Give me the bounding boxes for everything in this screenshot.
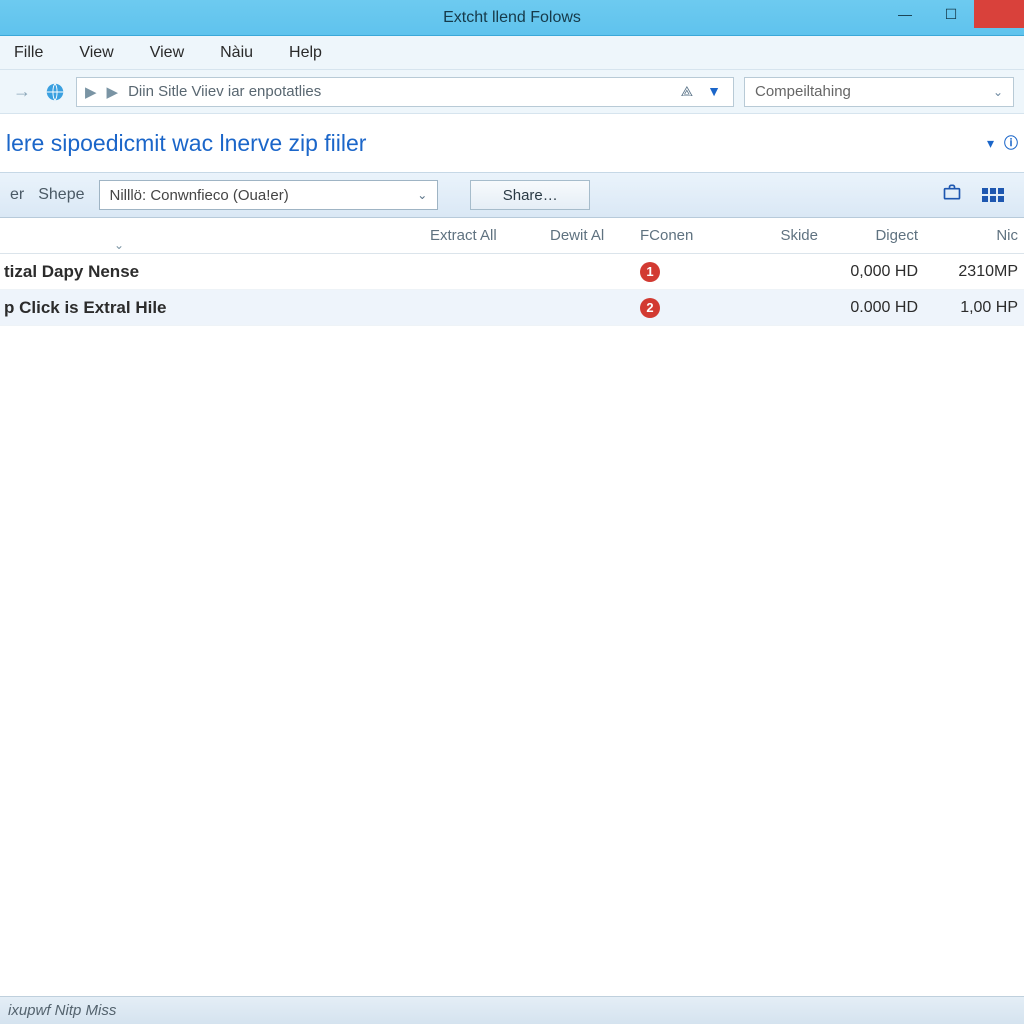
chevron-down-icon: ⌄: [417, 188, 427, 202]
menu-file[interactable]: Fille: [8, 40, 49, 66]
heading-row: lere sipoedicmit wac lnerve zip fiiler ▾…: [0, 114, 1024, 172]
toolbar-label-1: er: [10, 186, 24, 204]
status-bar: ixupwf Nitp Miss: [0, 996, 1024, 1024]
window-title: Extcht llend Folows: [443, 9, 581, 27]
badge-icon: 2: [640, 298, 660, 318]
breadcrumb-sep-icon: ▶: [85, 83, 97, 101]
toolbar-combo[interactable]: Nilllö: Conwnfieco (Oua!er) ⌄: [99, 180, 439, 210]
close-button[interactable]: [974, 0, 1024, 28]
sort-chevron-icon: ⌄: [114, 238, 124, 252]
menu-view-2[interactable]: View: [144, 40, 190, 66]
menu-help[interactable]: Help: [283, 40, 328, 66]
row-name: tizal Dapy Nense: [0, 262, 430, 282]
status-text: ixupwf Nitp Miss: [8, 1002, 116, 1019]
row-nic: 2310MP: [930, 263, 1024, 281]
heading-dropdown-icon[interactable]: ▾: [987, 135, 994, 152]
table-row[interactable]: tizal Dapy Nense 1 0,000 HD 2310MP: [0, 254, 1024, 290]
badge-icon: 1: [640, 262, 660, 282]
menu-naiu[interactable]: Nàiu: [214, 40, 259, 66]
column-header-row: ⌄ Extract All Dewit Al FConen Skide Dige…: [0, 218, 1024, 254]
col-digect[interactable]: Digect: [830, 227, 930, 244]
dropdown-icon[interactable]: ▼: [707, 83, 721, 100]
toolbar-label-2: Shepe: [38, 186, 84, 204]
navbar: → ▶ ▶ Diin Sitle Viiev iar enpotatlies ⟁…: [0, 70, 1024, 114]
breadcrumb-text: Diin Sitle Viiev iar enpotatlies: [128, 83, 671, 100]
warning-icon[interactable]: ⟁: [681, 83, 694, 100]
refresh-globe-icon[interactable]: [44, 81, 66, 103]
col-extract-all[interactable]: Extract All: [430, 227, 550, 244]
menubar: Fille View View Nàiu Help: [0, 36, 1024, 70]
share-button[interactable]: Share…: [470, 180, 590, 210]
chevron-down-icon[interactable]: ⌄: [993, 85, 1003, 99]
row-digect: 0,000 HD: [830, 263, 930, 281]
menu-view-1[interactable]: View: [73, 40, 119, 66]
breadcrumb-sep-icon: ▶: [107, 83, 119, 101]
titlebar: Extcht llend Folows — ☐: [0, 0, 1024, 36]
search-placeholder: Compeiltahing: [755, 83, 851, 100]
briefcase-icon[interactable]: [936, 182, 968, 208]
forward-arrow-icon[interactable]: →: [10, 81, 34, 102]
search-box[interactable]: Compeiltahing ⌄: [744, 77, 1014, 107]
toolbar: er Shepe Nilllö: Conwnfieco (Oua!er) ⌄ S…: [0, 172, 1024, 218]
heading-tools: ▾ ⓘ: [987, 133, 1018, 153]
window-controls: — ☐: [882, 0, 1024, 28]
col-skide[interactable]: Skide: [740, 227, 830, 244]
heading-help-icon[interactable]: ⓘ: [1004, 133, 1018, 153]
row-nic: 1,00 HP: [930, 299, 1024, 317]
toolbar-combo-value: Nilllö: Conwnfieco (Oua!er): [110, 187, 289, 204]
page-heading: lere sipoedicmit wac lnerve zip fiiler: [6, 130, 366, 157]
col-nic[interactable]: Nic: [930, 227, 1024, 244]
row-name: p Click is Extral Hile: [0, 298, 430, 318]
col-dewit[interactable]: Dewit Al: [550, 227, 640, 244]
view-grid-icon[interactable]: [982, 188, 1014, 202]
row-digect: 0.000 HD: [830, 299, 930, 317]
table-row[interactable]: p Click is Extral Hile 2 0.000 HD 1,00 H…: [0, 290, 1024, 326]
file-list: tizal Dapy Nense 1 0,000 HD 2310MP p Cli…: [0, 254, 1024, 996]
minimize-button[interactable]: —: [882, 0, 928, 28]
col-conen[interactable]: FConen: [640, 227, 740, 244]
maximize-button[interactable]: ☐: [928, 0, 974, 28]
address-bar[interactable]: ▶ ▶ Diin Sitle Viiev iar enpotatlies ⟁ ▼: [76, 77, 734, 107]
